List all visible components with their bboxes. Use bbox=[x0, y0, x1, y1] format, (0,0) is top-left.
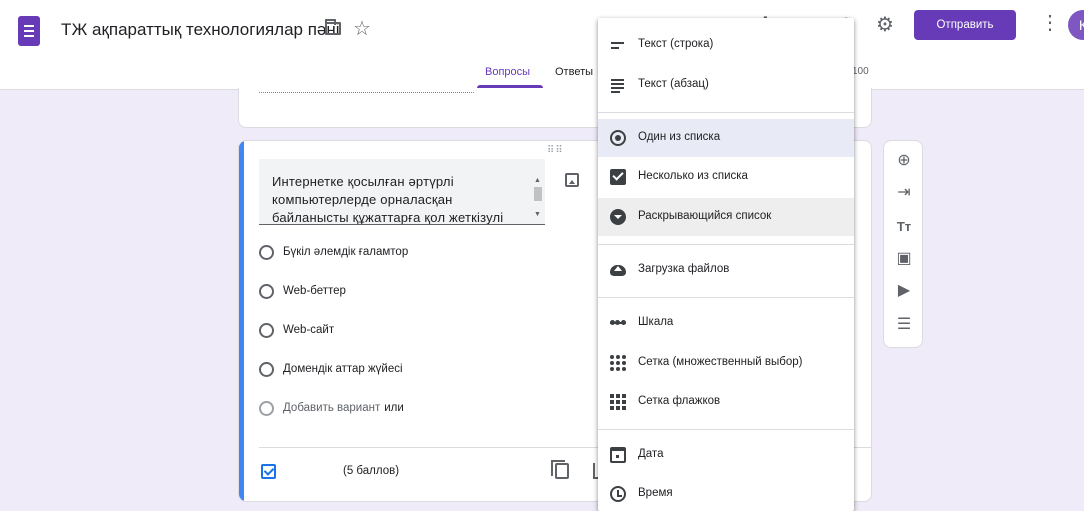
add-option-wrapper: Добавить вариант или bbox=[283, 402, 404, 414]
answer-placeholder-line bbox=[259, 92, 474, 93]
menu-item-checkbox-grid[interactable]: Сетка флажков bbox=[598, 383, 854, 421]
drag-handle-icon[interactable]: ⠿⠿ bbox=[547, 145, 564, 156]
calendar-icon bbox=[610, 447, 626, 463]
menu-item-label: Загрузка файлов bbox=[638, 263, 730, 275]
radio-icon bbox=[259, 401, 274, 416]
menu-divider bbox=[598, 244, 854, 245]
upload-icon bbox=[610, 265, 626, 276]
folder-icon[interactable] bbox=[325, 19, 341, 35]
avatar[interactable]: К bbox=[1068, 10, 1084, 40]
side-toolbar: ⊕ ⇥ Tт ▣ ▶ ☰ bbox=[883, 140, 923, 348]
menu-item-time[interactable]: Время bbox=[598, 475, 854, 511]
question-field[interactable]: Интернетке қосылған әртүрлі компьютерлер… bbox=[259, 159, 545, 225]
grid-icon bbox=[610, 355, 626, 371]
forms-logo-icon[interactable] bbox=[18, 16, 40, 46]
question-type-menu: Текст (строка) Текст (абзац) Один из спи… bbox=[598, 18, 854, 511]
menu-item-label: Шкала bbox=[638, 316, 674, 328]
more-vert-icon[interactable]: ⋮ bbox=[1040, 10, 1060, 35]
duplicate-icon[interactable] bbox=[551, 460, 569, 479]
radio-icon bbox=[259, 323, 274, 338]
document-title[interactable]: ТЖ ақпараттық технологиялар пәні bbox=[61, 20, 340, 40]
menu-item-paragraph[interactable]: Текст (абзац) bbox=[598, 66, 854, 104]
or-label: или bbox=[384, 402, 404, 414]
add-image-icon[interactable] bbox=[565, 173, 579, 187]
add-question-icon[interactable]: ⊕ bbox=[884, 149, 924, 173]
scroll-down-icon[interactable]: ▼ bbox=[534, 211, 541, 218]
add-option-link[interactable]: Добавить вариант bbox=[283, 402, 380, 414]
send-button[interactable]: Отправить bbox=[914, 10, 1016, 40]
menu-item-label: Раскрывающийся список bbox=[638, 210, 772, 222]
menu-item-multiple-choice-grid[interactable]: Сетка (множественный выбор) bbox=[598, 344, 854, 382]
add-image-icon[interactable]: ▣ bbox=[884, 247, 924, 271]
add-title-icon[interactable]: Tт bbox=[884, 215, 924, 239]
menu-divider bbox=[598, 112, 854, 113]
paragraph-icon bbox=[610, 77, 626, 93]
menu-item-label: Время bbox=[638, 487, 673, 499]
radio-icon bbox=[610, 130, 626, 146]
option-label[interactable]: Бүкіл әлемдік ғаламтор bbox=[283, 246, 408, 258]
menu-item-label: Один из списка bbox=[638, 131, 721, 143]
option-label[interactable]: Web-сайт bbox=[283, 324, 334, 336]
menu-item-multiple-choice[interactable]: Один из списка bbox=[598, 119, 854, 157]
dropdown-icon bbox=[610, 209, 626, 225]
add-section-icon[interactable]: ☰ bbox=[884, 313, 924, 337]
tab-responses[interactable]: Ответы bbox=[555, 66, 593, 78]
linear-scale-icon bbox=[610, 315, 626, 331]
menu-item-short-answer[interactable]: Текст (строка) bbox=[598, 26, 854, 64]
option-label[interactable]: Web-беттер bbox=[283, 285, 346, 297]
menu-divider bbox=[598, 429, 854, 430]
menu-item-label: Текст (абзац) bbox=[638, 78, 709, 90]
option-label[interactable]: Домендік аттар жүйесі bbox=[283, 363, 403, 375]
settings-icon[interactable]: ⚙ bbox=[876, 12, 894, 37]
top-bar: ТЖ ақпараттық технологиялар пәні ☆ ✱ ◎ ↶… bbox=[0, 0, 1084, 90]
scroll-up-icon[interactable]: ▲ bbox=[534, 177, 541, 184]
menu-item-file-upload[interactable]: Загрузка файлов bbox=[598, 251, 854, 289]
menu-item-checkboxes[interactable]: Несколько из списка bbox=[598, 158, 854, 196]
import-questions-icon[interactable]: ⇥ bbox=[884, 181, 924, 205]
checkbox-grid-icon bbox=[610, 394, 626, 410]
question-text[interactable]: Интернетке қосылған әртүрлі компьютерлер… bbox=[272, 173, 522, 224]
menu-divider bbox=[598, 297, 854, 298]
star-icon[interactable]: ☆ bbox=[353, 16, 371, 41]
checkbox-icon bbox=[610, 169, 626, 185]
menu-item-label: Текст (строка) bbox=[638, 38, 714, 50]
menu-item-linear-scale[interactable]: Шкала bbox=[598, 304, 854, 342]
menu-item-label: Сетка (множественный выбор) bbox=[638, 356, 803, 368]
answer-key-icon[interactable] bbox=[261, 464, 276, 479]
radio-icon bbox=[259, 284, 274, 299]
radio-icon bbox=[259, 245, 274, 260]
menu-item-dropdown[interactable]: Раскрывающийся список bbox=[598, 198, 854, 236]
scroll-thumb[interactable] bbox=[534, 187, 542, 201]
menu-item-label: Дата bbox=[638, 448, 664, 460]
clock-icon bbox=[610, 486, 626, 502]
menu-item-label: Несколько из списка bbox=[638, 170, 748, 182]
short-text-icon bbox=[610, 37, 626, 53]
radio-icon bbox=[259, 362, 274, 377]
add-video-icon[interactable]: ▶ bbox=[884, 279, 924, 303]
menu-item-label: Сетка флажков bbox=[638, 395, 721, 407]
total-points: 100 bbox=[852, 66, 869, 77]
active-card-indicator bbox=[239, 141, 244, 501]
menu-item-date[interactable]: Дата bbox=[598, 436, 854, 474]
tab-questions[interactable]: Вопросы bbox=[485, 66, 530, 78]
points-label[interactable]: (5 баллов) bbox=[343, 465, 399, 477]
question-scrollbar[interactable]: ▲ ▼ bbox=[533, 177, 543, 221]
